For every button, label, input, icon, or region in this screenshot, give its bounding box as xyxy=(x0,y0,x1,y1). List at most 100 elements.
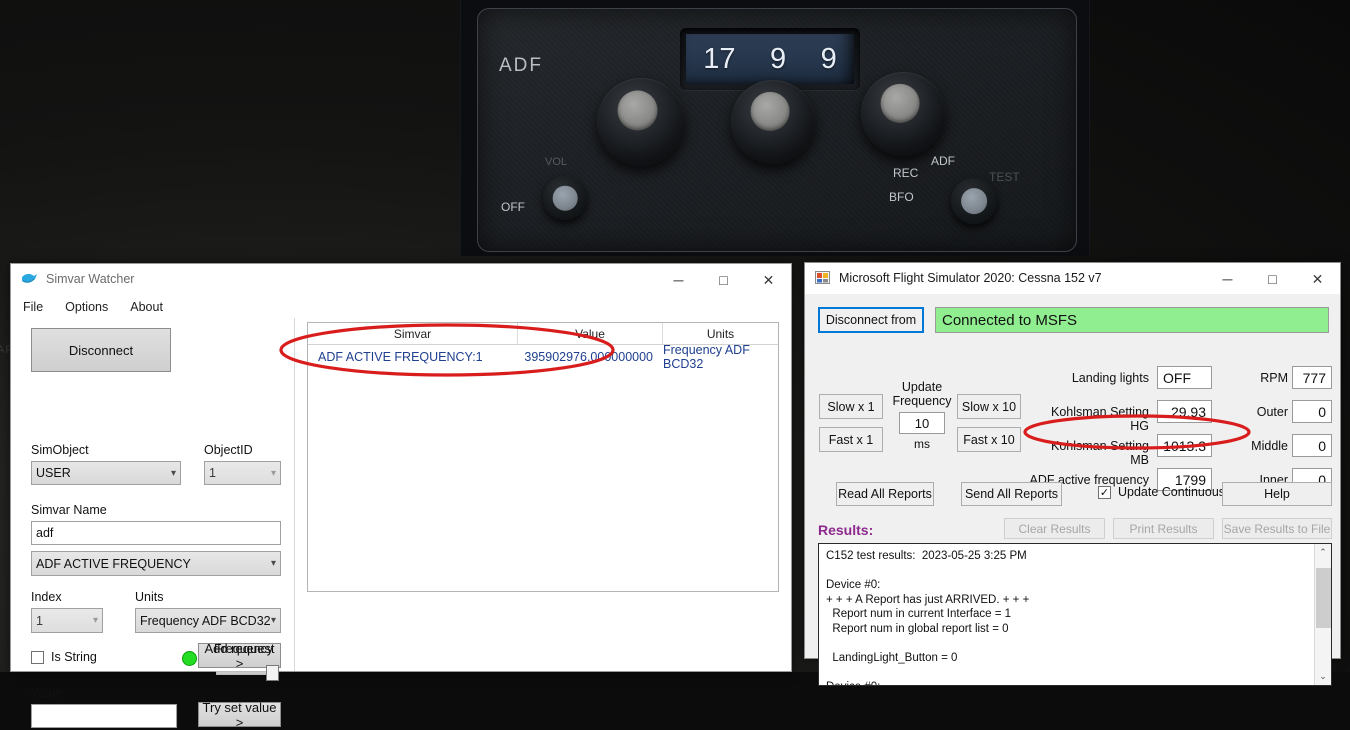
table-row[interactable]: ADF ACTIVE FREQUENCY:1 395902976.0000000… xyxy=(308,342,778,371)
kohlsman-hg-value[interactable]: 29.93 xyxy=(1157,400,1212,423)
disconnect-from-button[interactable]: Disconnect from xyxy=(818,307,924,333)
simvar-left-pane: Disconnect SimObject USER ▾ ObjectID 1 ▾… xyxy=(21,318,291,730)
results-text-content: C152 test results: 2023-05-25 3:25 PM De… xyxy=(826,550,1030,685)
msfs-window-title: Microsoft Flight Simulator 2020: Cessna … xyxy=(839,271,1102,285)
update-continuously-label: Update Continuously xyxy=(1118,485,1235,499)
is-string-checkbox-row[interactable]: Is String xyxy=(31,650,97,664)
adf-volume-knob[interactable] xyxy=(543,176,587,220)
simvar-name-input[interactable]: adf xyxy=(31,521,281,545)
update-continuously-checkbox[interactable]: ✓ xyxy=(1098,485,1111,499)
fast-x10-button[interactable]: Fast x 10 xyxy=(957,427,1021,452)
send-all-reports-button[interactable]: Send All Reports xyxy=(961,482,1062,506)
adf-digit-drums: 17 9 9 xyxy=(686,34,854,84)
adf-digit-3: 9 xyxy=(820,42,837,75)
minimize-icon[interactable]: ─ xyxy=(656,264,701,295)
connection-status-banner: Connected to MSFS xyxy=(935,307,1329,333)
units-value: Frequency ADF BCD32 xyxy=(140,613,271,628)
middle-value[interactable]: 0 xyxy=(1292,434,1332,457)
close-icon[interactable]: ✕ xyxy=(1295,263,1340,294)
grid-header-simvar[interactable]: Simvar xyxy=(308,323,518,344)
try-set-value-button[interactable]: Try set value > xyxy=(198,700,281,730)
adf-digit-2: 9 xyxy=(769,42,787,75)
help-button[interactable]: Help xyxy=(1222,482,1332,506)
simvar-name-label: Simvar Name xyxy=(31,503,107,517)
save-results-to-file-button: Save Results to File xyxy=(1222,518,1332,539)
units-select[interactable]: Frequency ADF BCD32 ▾ xyxy=(135,608,281,633)
menu-about[interactable]: About xyxy=(130,300,163,314)
scroll-down-icon[interactable]: ⌄ xyxy=(1315,668,1331,685)
update-frequency-label: Update Frequency xyxy=(892,380,952,408)
adf-tuning-knob-hundreds[interactable] xyxy=(597,78,685,166)
fast-x1-button[interactable]: Fast x 1 xyxy=(819,427,883,452)
kohlsman-hg-label: Kohlsman Setting HG xyxy=(1051,405,1149,433)
slow-x1-button[interactable]: Slow x 1 xyxy=(819,394,883,419)
adf-bfo-label: BFO xyxy=(889,190,914,204)
msfs-window: Microsoft Flight Simulator 2020: Cessna … xyxy=(804,262,1341,686)
simobject-label: SimObject xyxy=(31,443,89,457)
simvar-titlebar[interactable]: Simvar Watcher ─ □ ✕ xyxy=(11,264,791,295)
msfs-window-controls: ─ □ ✕ xyxy=(1205,263,1340,293)
simobject-select[interactable]: USER ▾ xyxy=(31,461,181,485)
simvar-select[interactable]: ADF ACTIVE FREQUENCY ▾ xyxy=(31,551,281,576)
simvar-window-title: Simvar Watcher xyxy=(46,272,135,286)
rpm-value[interactable]: 777 xyxy=(1292,366,1332,389)
chevron-down-icon: ▾ xyxy=(270,615,276,626)
adf-mode-adf-label: ADF xyxy=(931,154,955,168)
adf-panel-label: ADF xyxy=(499,55,543,76)
simvar-select-value: ADF ACTIVE FREQUENCY xyxy=(36,556,191,571)
kohlsman-mb-value[interactable]: 1013.3 xyxy=(1157,434,1212,457)
maximize-icon[interactable]: □ xyxy=(701,264,746,295)
adf-mode-selector-knob[interactable] xyxy=(951,178,997,224)
menu-options[interactable]: Options xyxy=(65,300,108,314)
scrollbar-thumb[interactable] xyxy=(1316,568,1331,628)
chevron-down-icon: ▾ xyxy=(92,615,98,626)
results-label: Results: xyxy=(818,522,874,538)
update-frequency-input[interactable]: 10 xyxy=(899,412,945,434)
index-value: 1 xyxy=(36,613,43,628)
is-string-checkbox[interactable] xyxy=(31,650,44,664)
update-continuously-row[interactable]: ✓ Update Continuously xyxy=(1098,485,1234,499)
adf-test-label: TEST xyxy=(989,170,1020,184)
adf-tuning-knob-tens[interactable] xyxy=(731,80,815,164)
print-results-button: Print Results xyxy=(1113,518,1214,539)
disconnect-button[interactable]: Disconnect xyxy=(31,328,171,372)
adf-radio-panel: ADF 17 9 9 OFF VOL REC BFO ADF TEST xyxy=(460,0,1090,256)
is-string-label: Is String xyxy=(51,650,97,664)
grid-header-units[interactable]: Units xyxy=(663,323,778,344)
slow-x10-button[interactable]: Slow x 10 xyxy=(957,394,1021,419)
adf-tuning-knob-ones[interactable] xyxy=(861,72,945,156)
adf-off-label: OFF xyxy=(501,200,525,214)
results-scrollbar[interactable]: ⌃ ⌄ xyxy=(1314,544,1331,685)
simvar-data-grid[interactable]: Simvar Value Units ADF ACTIVE FREQUENCY:… xyxy=(307,322,779,592)
connection-status-led xyxy=(182,651,197,666)
outer-label: Outer xyxy=(1256,405,1288,419)
scroll-up-icon[interactable]: ⌃ xyxy=(1315,544,1331,561)
read-all-reports-button[interactable]: Read All Reports xyxy=(836,482,934,506)
close-icon[interactable]: ✕ xyxy=(746,264,791,295)
menu-file[interactable]: File xyxy=(23,300,43,314)
maximize-icon[interactable]: □ xyxy=(1250,263,1295,294)
chevron-down-icon: ▾ xyxy=(170,467,176,479)
frequency-slider-thumb[interactable] xyxy=(266,665,279,681)
cell-units: Frequency ADF BCD32 xyxy=(663,342,750,371)
outer-value[interactable]: 0 xyxy=(1292,400,1332,423)
frequency-slider[interactable] xyxy=(216,665,279,681)
units-label: Units xyxy=(135,590,164,604)
simvar-window-body: Disconnect SimObject USER ▾ ObjectID 1 ▾… xyxy=(11,318,791,730)
rpm-label: RPM xyxy=(1260,371,1288,385)
results-textarea[interactable]: C152 test results: 2023-05-25 3:25 PM De… xyxy=(818,543,1332,686)
msfs-titlebar[interactable]: Microsoft Flight Simulator 2020: Cessna … xyxy=(805,263,1340,294)
adf-digit-1: 17 xyxy=(703,42,736,75)
adf-vol-label: VOL xyxy=(545,156,568,168)
grid-header-value[interactable]: Value xyxy=(518,323,663,344)
objectid-select[interactable]: 1 ▾ xyxy=(204,461,281,485)
clear-results-button: Clear Results xyxy=(1004,518,1105,539)
simvar-window-controls: ─ □ ✕ xyxy=(656,264,791,294)
landing-lights-value[interactable]: OFF xyxy=(1157,366,1212,389)
simvar-menubar: File Options About xyxy=(11,295,791,318)
minimize-icon[interactable]: ─ xyxy=(1205,263,1250,294)
msfs-window-body: Disconnect from Connected to MSFS Slow x… xyxy=(805,294,1340,686)
frequency-slider-label: Frequency xyxy=(214,642,274,656)
index-select[interactable]: 1 ▾ xyxy=(31,608,103,633)
value-input[interactable] xyxy=(31,704,177,728)
